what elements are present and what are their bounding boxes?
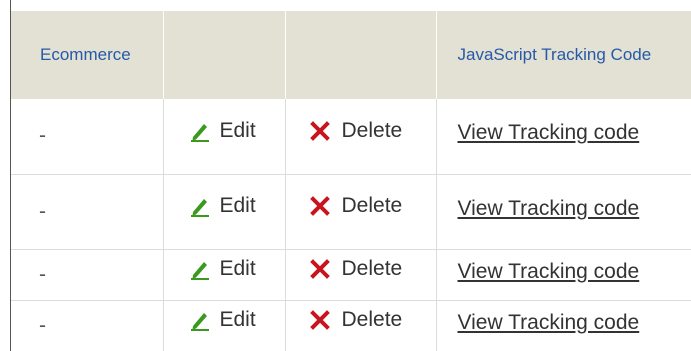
- x-icon: [309, 196, 330, 216]
- ecommerce-cell: -: [11, 300, 164, 351]
- edit-cell: Edit: [163, 99, 286, 175]
- sites-table: Ecommerce JavaScript Tracking Code - Edi…: [11, 11, 691, 351]
- pencil-icon: [190, 123, 209, 142]
- sites-table-frame: Ecommerce JavaScript Tracking Code - Edi…: [0, 0, 691, 351]
- ecommerce-cell: -: [11, 99, 164, 175]
- ecommerce-value: -: [39, 199, 46, 223]
- pencil-icon: [190, 262, 209, 280]
- delete-label: Delete: [341, 194, 403, 217]
- table-header: Ecommerce JavaScript Tracking Code: [11, 11, 691, 99]
- tracking-cell: View Tracking code: [436, 174, 691, 250]
- edit-label: Edit: [219, 118, 256, 142]
- header-delete: [285, 11, 437, 99]
- header-ecommerce-label: Ecommerce: [40, 45, 131, 64]
- view-tracking-code-link[interactable]: View Tracking code: [458, 260, 640, 284]
- table-row: - Edit Delete View Tracking code: [11, 174, 691, 250]
- view-tracking-code-link[interactable]: View Tracking code: [458, 121, 640, 145]
- delete-button[interactable]: Delete: [309, 118, 403, 143]
- delete-button[interactable]: Delete: [309, 308, 403, 332]
- header-js-tracking-label: JavaScript Tracking Code: [457, 45, 652, 64]
- left-gutter: [0, 0, 11, 351]
- ecommerce-cell: -: [11, 174, 164, 250]
- delete-cell: Delete: [285, 300, 437, 351]
- ecommerce-value: -: [39, 262, 46, 286]
- ecommerce-value: -: [39, 124, 46, 148]
- edit-label: Edit: [219, 257, 256, 280]
- delete-label: Delete: [341, 308, 403, 331]
- table-row: - Edit Delete View Tracking code: [11, 99, 691, 175]
- edit-label: Edit: [219, 194, 256, 217]
- tracking-cell: View Tracking code: [436, 249, 691, 301]
- edit-cell: Edit: [163, 249, 286, 301]
- edit-cell: Edit: [163, 300, 286, 351]
- tracking-cell: View Tracking code: [436, 99, 691, 175]
- delete-label: Delete: [341, 118, 403, 142]
- header-ecommerce[interactable]: Ecommerce: [11, 11, 164, 99]
- pencil-icon: [190, 199, 209, 217]
- table-row: - Edit Delete View Tracking code: [11, 249, 691, 301]
- delete-label: Delete: [341, 257, 403, 280]
- pencil-icon: [190, 313, 209, 331]
- delete-cell: Delete: [285, 249, 437, 301]
- tracking-cell: View Tracking code: [436, 300, 691, 351]
- header-row: Ecommerce JavaScript Tracking Code: [11, 11, 691, 99]
- view-tracking-code-link[interactable]: View Tracking code: [458, 311, 640, 335]
- edit-button[interactable]: Edit: [189, 194, 256, 218]
- ecommerce-value: -: [39, 313, 46, 337]
- edit-cell: Edit: [163, 174, 286, 250]
- x-icon: [309, 120, 330, 141]
- x-icon: [309, 310, 330, 330]
- x-icon: [309, 259, 330, 279]
- delete-cell: Delete: [285, 174, 437, 250]
- table-body: - Edit Delete View Tracking code - Edit …: [11, 99, 691, 351]
- edit-button[interactable]: Edit: [189, 308, 256, 332]
- delete-cell: Delete: [285, 99, 437, 175]
- table-row: - Edit Delete View Tracking code: [11, 300, 691, 351]
- edit-button[interactable]: Edit: [189, 257, 256, 281]
- header-js-tracking[interactable]: JavaScript Tracking Code: [436, 11, 691, 99]
- ecommerce-cell: -: [11, 249, 164, 301]
- delete-button[interactable]: Delete: [309, 194, 403, 218]
- delete-button[interactable]: Delete: [309, 257, 403, 281]
- view-tracking-code-link[interactable]: View Tracking code: [458, 197, 640, 221]
- edit-label: Edit: [219, 308, 256, 331]
- header-edit: [163, 11, 286, 99]
- edit-button[interactable]: Edit: [189, 119, 256, 143]
